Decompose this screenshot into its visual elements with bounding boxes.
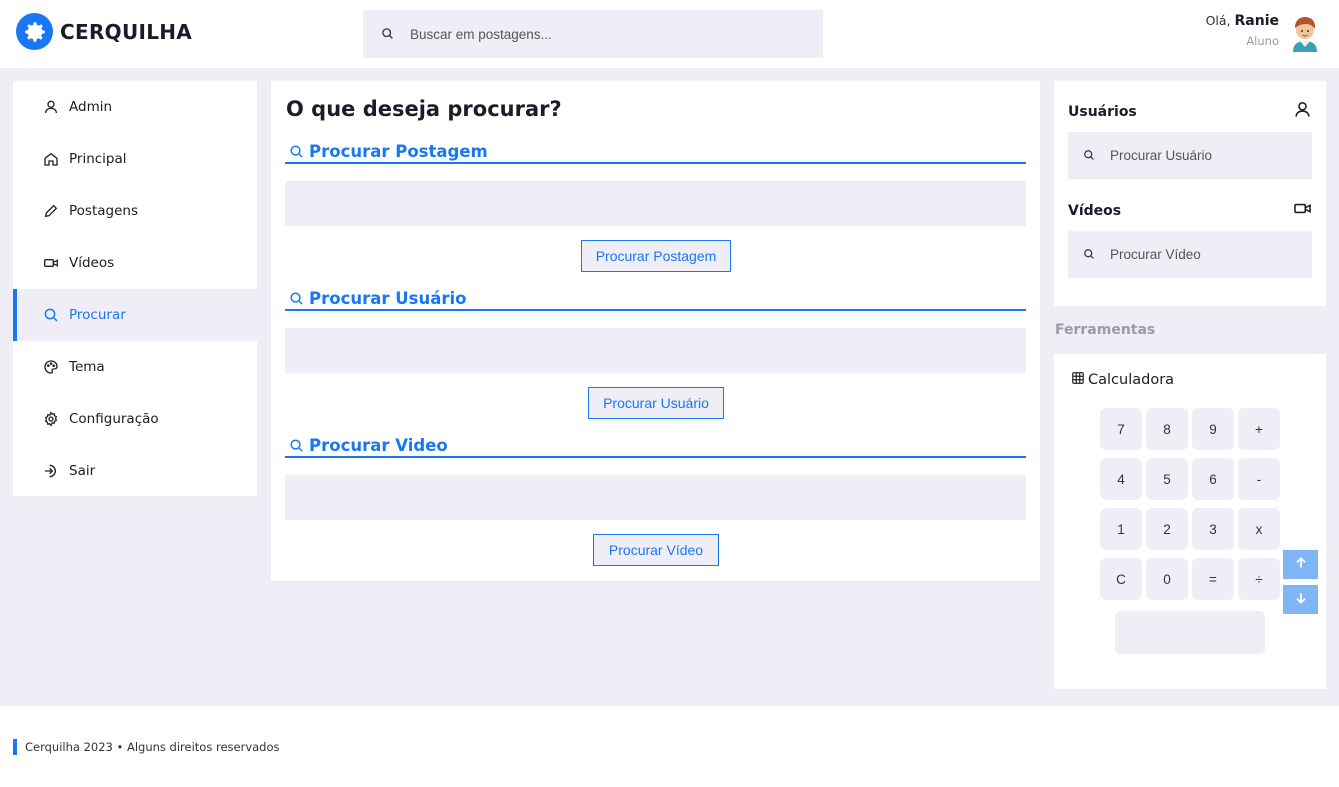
- search-icon: [1083, 146, 1095, 165]
- videos-title: Vídeos: [1068, 202, 1122, 219]
- top-search-bar[interactable]: [363, 10, 823, 58]
- sidebar-item-admin[interactable]: Admin: [13, 81, 257, 133]
- user-icon: [1293, 100, 1312, 123]
- calculator-display[interactable]: [1115, 611, 1265, 654]
- main-search-panel: O que deseja procurar? Procurar Postagem…: [271, 81, 1040, 581]
- brand-logo[interactable]: CERQUILHA: [16, 13, 192, 50]
- user-info[interactable]: Olá, Ranie Aluno: [1206, 13, 1279, 48]
- calc-key-4[interactable]: 4: [1100, 458, 1142, 500]
- sidebar-item-label: Tema: [69, 359, 105, 375]
- calc-key-0[interactable]: 0: [1146, 558, 1188, 600]
- search-video-button[interactable]: Procurar Vídeo: [593, 534, 719, 566]
- section-title-video: Procurar Video: [285, 436, 1026, 458]
- calc-key-equals[interactable]: =: [1192, 558, 1234, 600]
- calculator-icon: [1071, 371, 1085, 389]
- sidebar-item-tema[interactable]: Tema: [13, 341, 257, 393]
- logo-gear-icon: [16, 13, 53, 50]
- calculator-widget: Calculadora 7 8 9 + 4 5 6 - 1 2 3 x C 0 …: [1054, 354, 1326, 689]
- pencil-icon: [42, 202, 60, 220]
- sidebar-item-label: Configuração: [69, 411, 159, 427]
- home-icon: [42, 150, 60, 168]
- section-title-usuario: Procurar Usuário: [285, 289, 1026, 311]
- sidebar-item-configuracao[interactable]: Configuração: [13, 393, 257, 445]
- users-title: Usuários: [1068, 103, 1137, 120]
- footer-text: Cerquilha 2023 • Alguns direitos reserva…: [13, 739, 280, 755]
- greeting-text: Olá,: [1205, 13, 1231, 28]
- search-user-input[interactable]: [285, 328, 1026, 373]
- section-title-text: Procurar Video: [309, 436, 448, 455]
- sidebar-item-label: Principal: [69, 151, 127, 167]
- video-search-bar[interactable]: [1068, 231, 1312, 278]
- sidebar-item-sair[interactable]: Sair: [13, 445, 257, 497]
- search-post-input[interactable]: [285, 181, 1026, 226]
- calculator-title-text: Calculadora: [1088, 372, 1175, 388]
- sidebar-item-label: Procurar: [69, 307, 126, 323]
- search-icon: [42, 306, 60, 324]
- gear-icon: [42, 410, 60, 428]
- calc-key-2[interactable]: 2: [1146, 508, 1188, 550]
- sidebar-item-videos[interactable]: Vídeos: [13, 237, 257, 289]
- calc-key-9[interactable]: 9: [1192, 408, 1234, 450]
- calc-key-7[interactable]: 7: [1100, 408, 1142, 450]
- calc-key-6[interactable]: 6: [1192, 458, 1234, 500]
- search-icon: [289, 291, 304, 310]
- arrow-up-icon: [1294, 555, 1308, 574]
- search-icon: [289, 144, 304, 163]
- calc-key-multiply[interactable]: x: [1238, 508, 1280, 550]
- sidebar-item-label: Sair: [69, 463, 96, 479]
- sidebar-item-label: Postagens: [69, 203, 138, 219]
- top-header: CERQUILHA Olá, Ranie Aluno: [0, 0, 1339, 68]
- user-search-input[interactable]: [1110, 148, 1300, 163]
- sidebar-item-label: Admin: [69, 99, 113, 115]
- calc-key-3[interactable]: 3: [1192, 508, 1234, 550]
- sidebar-item-procurar[interactable]: Procurar: [13, 289, 257, 341]
- sidebar-item-postagens[interactable]: Postagens: [13, 185, 257, 237]
- video-icon: [1293, 199, 1312, 222]
- section-title-text: Procurar Postagem: [309, 142, 488, 161]
- section-title-postagem: Procurar Postagem: [285, 142, 1026, 164]
- calc-key-clear[interactable]: C: [1100, 558, 1142, 600]
- scroll-up-button[interactable]: [1283, 550, 1318, 579]
- calc-key-1[interactable]: 1: [1100, 508, 1142, 550]
- palette-icon: [42, 358, 60, 376]
- calc-key-8[interactable]: 8: [1146, 408, 1188, 450]
- section-title-text: Procurar Usuário: [309, 289, 467, 308]
- search-post-button[interactable]: Procurar Postagem: [581, 240, 731, 272]
- calc-key-divide[interactable]: ÷: [1238, 558, 1280, 600]
- top-search-input[interactable]: [410, 26, 790, 42]
- user-icon: [42, 98, 60, 116]
- search-icon: [1083, 245, 1095, 264]
- sidebar-item-label: Vídeos: [69, 255, 115, 271]
- video-search-input[interactable]: [1110, 247, 1300, 262]
- user-greeting: Olá, Ranie: [1206, 13, 1279, 29]
- search-icon: [381, 25, 394, 44]
- page-title: O que deseja procurar?: [286, 97, 562, 121]
- calc-key-minus[interactable]: -: [1238, 458, 1280, 500]
- user-name: Ranie: [1234, 13, 1280, 29]
- users-header: Usuários: [1068, 100, 1312, 123]
- arrow-down-icon: [1294, 590, 1308, 609]
- sidebar-item-principal[interactable]: Principal: [13, 133, 257, 185]
- search-user-button[interactable]: Procurar Usuário: [588, 387, 724, 419]
- quick-search-panel: Usuários Vídeos: [1054, 81, 1326, 306]
- logout-icon: [42, 462, 60, 480]
- avatar[interactable]: [1287, 12, 1323, 52]
- search-video-input[interactable]: [285, 475, 1026, 520]
- calc-key-5[interactable]: 5: [1146, 458, 1188, 500]
- calculator-title: Calculadora: [1071, 371, 1174, 389]
- user-search-bar[interactable]: [1068, 132, 1312, 179]
- scroll-down-button[interactable]: [1283, 585, 1318, 614]
- brand-name: CERQUILHA: [60, 19, 193, 44]
- user-role: Aluno: [1246, 34, 1279, 48]
- search-icon: [289, 438, 304, 457]
- calc-key-plus[interactable]: +: [1238, 408, 1280, 450]
- video-icon: [42, 254, 60, 272]
- sidebar: Admin Principal Postagens Vídeos Procura…: [13, 81, 257, 496]
- tools-label: Ferramentas: [1055, 322, 1156, 338]
- footer: Cerquilha 2023 • Alguns direitos reserva…: [0, 706, 1339, 787]
- videos-header: Vídeos: [1068, 199, 1312, 222]
